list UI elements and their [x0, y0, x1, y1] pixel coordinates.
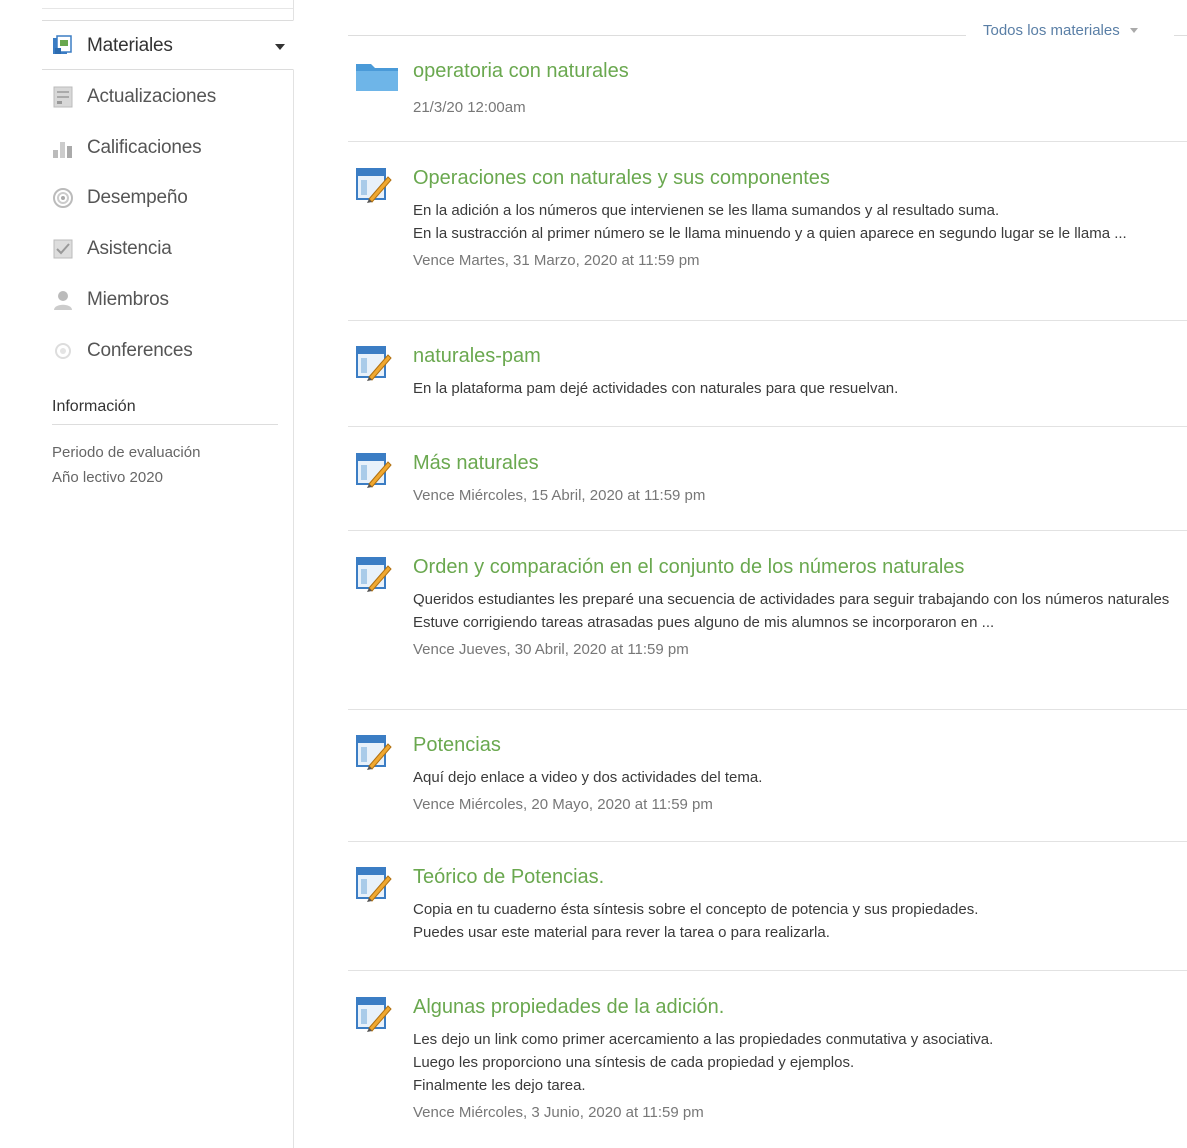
material-description: Luego les proporciono una síntesis de ca…: [413, 1054, 855, 1071]
material-body: En la plataforma pam dejé actividades co…: [413, 377, 1183, 400]
sidebar-item-label: Miembros: [87, 289, 169, 310]
divider: [1174, 35, 1187, 36]
sidebar-item-asistencia[interactable]: Asistencia: [50, 234, 172, 264]
divider: [348, 35, 966, 36]
sidebar-item-label: Actualizaciones: [87, 86, 217, 107]
updates-icon: [50, 84, 76, 110]
material-description: Les dejo un link como primer acercamient…: [413, 1031, 994, 1048]
info-heading: Información: [52, 398, 136, 415]
sidebar-item-label: Materiales: [87, 35, 173, 56]
divider: [348, 320, 1187, 321]
material-description: Aquí dejo enlace a video y dos actividad…: [413, 769, 763, 786]
conferences-icon: [50, 338, 76, 364]
sidebar-item-label: Asistencia: [87, 238, 172, 259]
filter-label: Todos los materiales: [983, 22, 1120, 39]
assignment-icon[interactable]: [355, 167, 393, 210]
sidebar-item-materiales[interactable]: Materiales: [50, 31, 173, 61]
material-date: 21/3/20 12:00am: [413, 99, 526, 116]
sidebar-item-conferences[interactable]: Conferences: [50, 336, 193, 366]
material-title[interactable]: Algunas propiedades de la adición.: [413, 996, 724, 1019]
material-title[interactable]: naturales-pam: [413, 345, 541, 368]
sidebar-top-border: [42, 0, 293, 9]
sidebar-item-desempeno[interactable]: Desempeño: [50, 183, 188, 213]
divider: [348, 970, 1187, 971]
divider: [348, 841, 1187, 842]
performance-icon: [50, 185, 76, 211]
material-title[interactable]: Orden y comparación en el conjunto de lo…: [413, 556, 964, 579]
material-body: Les dejo un link como primer acercamient…: [413, 1028, 1183, 1124]
material-due-date: Vence Martes, 31 Marzo, 2020 at 11:59 pm: [413, 252, 700, 269]
assignment-icon[interactable]: [355, 345, 393, 388]
sidebar-item-actualizaciones[interactable]: Actualizaciones: [50, 82, 216, 112]
divider: [52, 424, 278, 425]
material-description: En la plataforma pam dejé actividades co…: [413, 380, 899, 397]
material-due-date: Vence Jueves, 30 Abril, 2020 at 11:59 pm: [413, 641, 689, 658]
assignment-icon[interactable]: [355, 734, 393, 777]
chevron-down-icon[interactable]: [275, 44, 285, 50]
sidebar-item-calificaciones[interactable]: Calificaciones: [50, 133, 202, 163]
material-title[interactable]: Teórico de Potencias.: [413, 866, 604, 889]
attendance-icon: [50, 236, 76, 262]
material-due-date: Vence Miércoles, 15 Abril, 2020 at 11:59…: [413, 487, 706, 504]
assignment-icon[interactable]: [355, 996, 393, 1039]
divider: [348, 426, 1187, 427]
material-title[interactable]: operatoria con naturales: [413, 60, 629, 83]
folder-icon[interactable]: [355, 60, 399, 97]
assignment-icon[interactable]: [355, 556, 393, 599]
material-description: Puedes usar este material para rever la …: [413, 924, 830, 941]
material-description: Estuve corrigiendo tareas atrasadas pues…: [413, 614, 995, 631]
material-description: Queridos estudiantes les preparé una sec…: [413, 591, 1170, 608]
divider: [348, 141, 1187, 142]
material-body: Vence Miércoles, 15 Abril, 2020 at 11:59…: [413, 484, 1183, 507]
sidebar: Materiales Actualizaciones Calificacione…: [42, 0, 294, 1148]
assignment-icon[interactable]: [355, 452, 393, 495]
material-due-date: Vence Miércoles, 20 Mayo, 2020 at 11:59 …: [413, 796, 713, 813]
grades-icon: [50, 135, 76, 161]
material-body: Copia en tu cuaderno ésta síntesis sobre…: [413, 898, 1183, 944]
materials-filter-dropdown[interactable]: Todos los materiales: [983, 22, 1138, 39]
material-description: En la adición a los números que intervie…: [413, 202, 1000, 219]
grading-period-label: Periodo de evaluación: [52, 444, 201, 461]
material-body: Queridos estudiantes les preparé una sec…: [413, 588, 1183, 661]
material-description: Copia en tu cuaderno ésta síntesis sobre…: [413, 901, 979, 918]
material-body: En la adición a los números que intervie…: [413, 199, 1183, 272]
divider: [348, 709, 1187, 710]
materials-icon: [50, 33, 76, 59]
material-description: Finalmente les dejo tarea.: [413, 1077, 586, 1094]
material-body: 21/3/20 12:00am: [413, 96, 1183, 119]
material-title[interactable]: Operaciones con naturales y sus componen…: [413, 167, 830, 190]
material-due-date: Vence Miércoles, 3 Junio, 2020 at 11:59 …: [413, 1104, 704, 1121]
sidebar-item-label: Conferences: [87, 340, 193, 361]
divider: [348, 530, 1187, 531]
members-icon: [50, 287, 76, 313]
material-title[interactable]: Más naturales: [413, 452, 539, 475]
material-body: Aquí dejo enlace a video y dos actividad…: [413, 766, 1183, 816]
sidebar-item-label: Desempeño: [87, 187, 188, 208]
material-title[interactable]: Potencias: [413, 734, 501, 757]
assignment-icon[interactable]: [355, 866, 393, 909]
sidebar-item-label: Calificaciones: [87, 137, 202, 158]
chevron-down-icon: [1129, 28, 1138, 33]
material-description: En la sustracción al primer número se le…: [413, 225, 1127, 242]
sidebar-item-miembros[interactable]: Miembros: [50, 285, 169, 315]
school-year-label: Año lectivo 2020: [52, 469, 163, 486]
